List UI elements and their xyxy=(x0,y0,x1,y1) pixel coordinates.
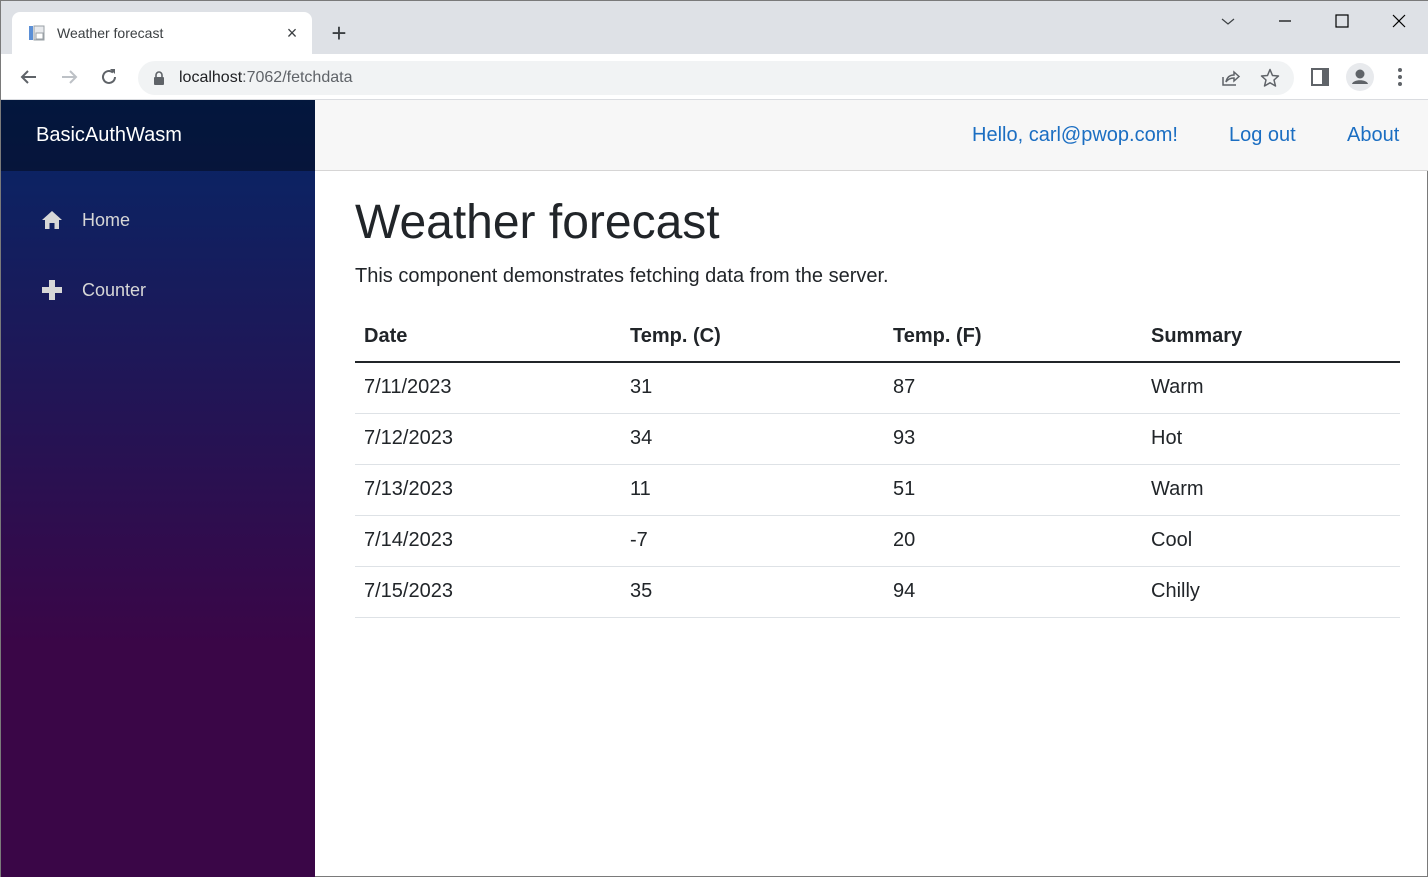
about-link[interactable]: About xyxy=(1347,124,1399,147)
lock-icon[interactable] xyxy=(153,71,165,85)
user-greeting-link[interactable]: Hello, carl@pwop.com! xyxy=(972,124,1178,147)
cell-summary: Warm xyxy=(1142,464,1400,516)
logout-link[interactable]: Log out xyxy=(1229,124,1296,147)
url-path: :7062/fetchdata xyxy=(242,69,353,86)
table-row: 7/11/2023 31 87 Warm xyxy=(355,362,1400,414)
cell-temp-f: 94 xyxy=(884,566,1142,618)
share-icon[interactable] xyxy=(1219,67,1241,89)
reload-icon[interactable] xyxy=(97,65,121,89)
cell-date: 7/15/2023 xyxy=(355,566,621,618)
cell-temp-f: 51 xyxy=(884,464,1142,516)
bookmark-star-icon[interactable] xyxy=(1259,67,1281,89)
cell-temp-f: 87 xyxy=(884,362,1142,414)
cell-summary: Hot xyxy=(1142,413,1400,465)
forward-icon[interactable] xyxy=(57,65,81,89)
browser-toolbar: localhost:7062/fetchdata xyxy=(1,54,1428,100)
cell-temp-f: 20 xyxy=(884,515,1142,567)
url-host: localhost xyxy=(179,69,243,86)
tab-close-icon[interactable]: × xyxy=(283,22,301,44)
table-row: 7/12/2023 34 93 Hot xyxy=(355,413,1400,465)
url-text[interactable]: localhost:7062/fetchdata xyxy=(179,69,352,87)
cell-summary: Warm xyxy=(1142,362,1400,414)
address-bar[interactable]: localhost:7062/fetchdata xyxy=(138,61,1294,95)
new-tab-button[interactable]: + xyxy=(327,20,351,46)
forecast-table: Date Temp. (C) Temp. (F) Summary 7/11/20… xyxy=(355,311,1400,618)
cell-temp-c: 11 xyxy=(621,464,884,516)
cell-date: 7/12/2023 xyxy=(355,413,621,465)
cell-temp-c: 31 xyxy=(621,362,884,414)
cell-summary: Cool xyxy=(1142,515,1400,567)
home-icon xyxy=(42,211,62,229)
column-header-temp-f: Temp. (F) xyxy=(884,311,1142,363)
table-header-row: Date Temp. (C) Temp. (F) Summary xyxy=(355,311,1400,363)
cell-date: 7/13/2023 xyxy=(355,464,621,516)
browser-tab[interactable]: Weather forecast × xyxy=(12,12,312,54)
tab-title: Weather forecast xyxy=(57,25,164,41)
app-brand-link[interactable]: BasicAuthWasm xyxy=(36,124,182,147)
back-icon[interactable] xyxy=(17,65,41,89)
cell-summary: Chilly xyxy=(1142,566,1400,618)
cell-date: 7/14/2023 xyxy=(355,515,621,567)
tab-search-icon[interactable] xyxy=(1216,9,1240,33)
page-favicon-icon xyxy=(29,25,45,41)
page-description: This component demonstrates fetching dat… xyxy=(355,265,889,287)
side-panel-icon[interactable] xyxy=(1308,65,1332,89)
cell-temp-c: 34 xyxy=(621,413,884,465)
column-header-summary: Summary xyxy=(1142,311,1400,363)
maximize-icon[interactable] xyxy=(1330,9,1354,33)
table-row: 7/14/2023 -7 20 Cool xyxy=(355,515,1400,567)
top-row: Hello, carl@pwop.com! Log out About xyxy=(315,100,1428,171)
sidebar-item-label: Home xyxy=(82,209,131,230)
browser-menu-icon[interactable] xyxy=(1388,65,1412,89)
brand-bar: BasicAuthWasm xyxy=(1,100,315,171)
cell-temp-c: -7 xyxy=(621,515,884,567)
column-header-date: Date xyxy=(355,311,621,363)
sidebar-item-home[interactable]: Home xyxy=(36,197,296,243)
cell-date: 7/11/2023 xyxy=(355,362,621,414)
sidebar: BasicAuthWasm Home Counter xyxy=(1,100,315,877)
sidebar-item-label: Counter xyxy=(82,279,147,300)
minimize-icon[interactable] xyxy=(1273,9,1297,33)
table-row: 7/13/2023 11 51 Warm xyxy=(355,464,1400,516)
plus-icon xyxy=(42,280,62,300)
cell-temp-c: 35 xyxy=(621,566,884,618)
sidebar-item-counter[interactable]: Counter xyxy=(36,267,296,313)
cell-temp-f: 93 xyxy=(884,413,1142,465)
close-window-icon[interactable] xyxy=(1387,9,1411,33)
column-header-temp-c: Temp. (C) xyxy=(621,311,884,363)
browser-tab-strip: Weather forecast × + xyxy=(1,1,1428,54)
profile-avatar-icon[interactable] xyxy=(1346,63,1374,91)
page-title: Weather forecast xyxy=(355,196,720,249)
table-row: 7/15/2023 35 94 Chilly xyxy=(355,566,1400,618)
app-root: BasicAuthWasm Home Counter Hello, carl@p… xyxy=(1,100,1428,877)
